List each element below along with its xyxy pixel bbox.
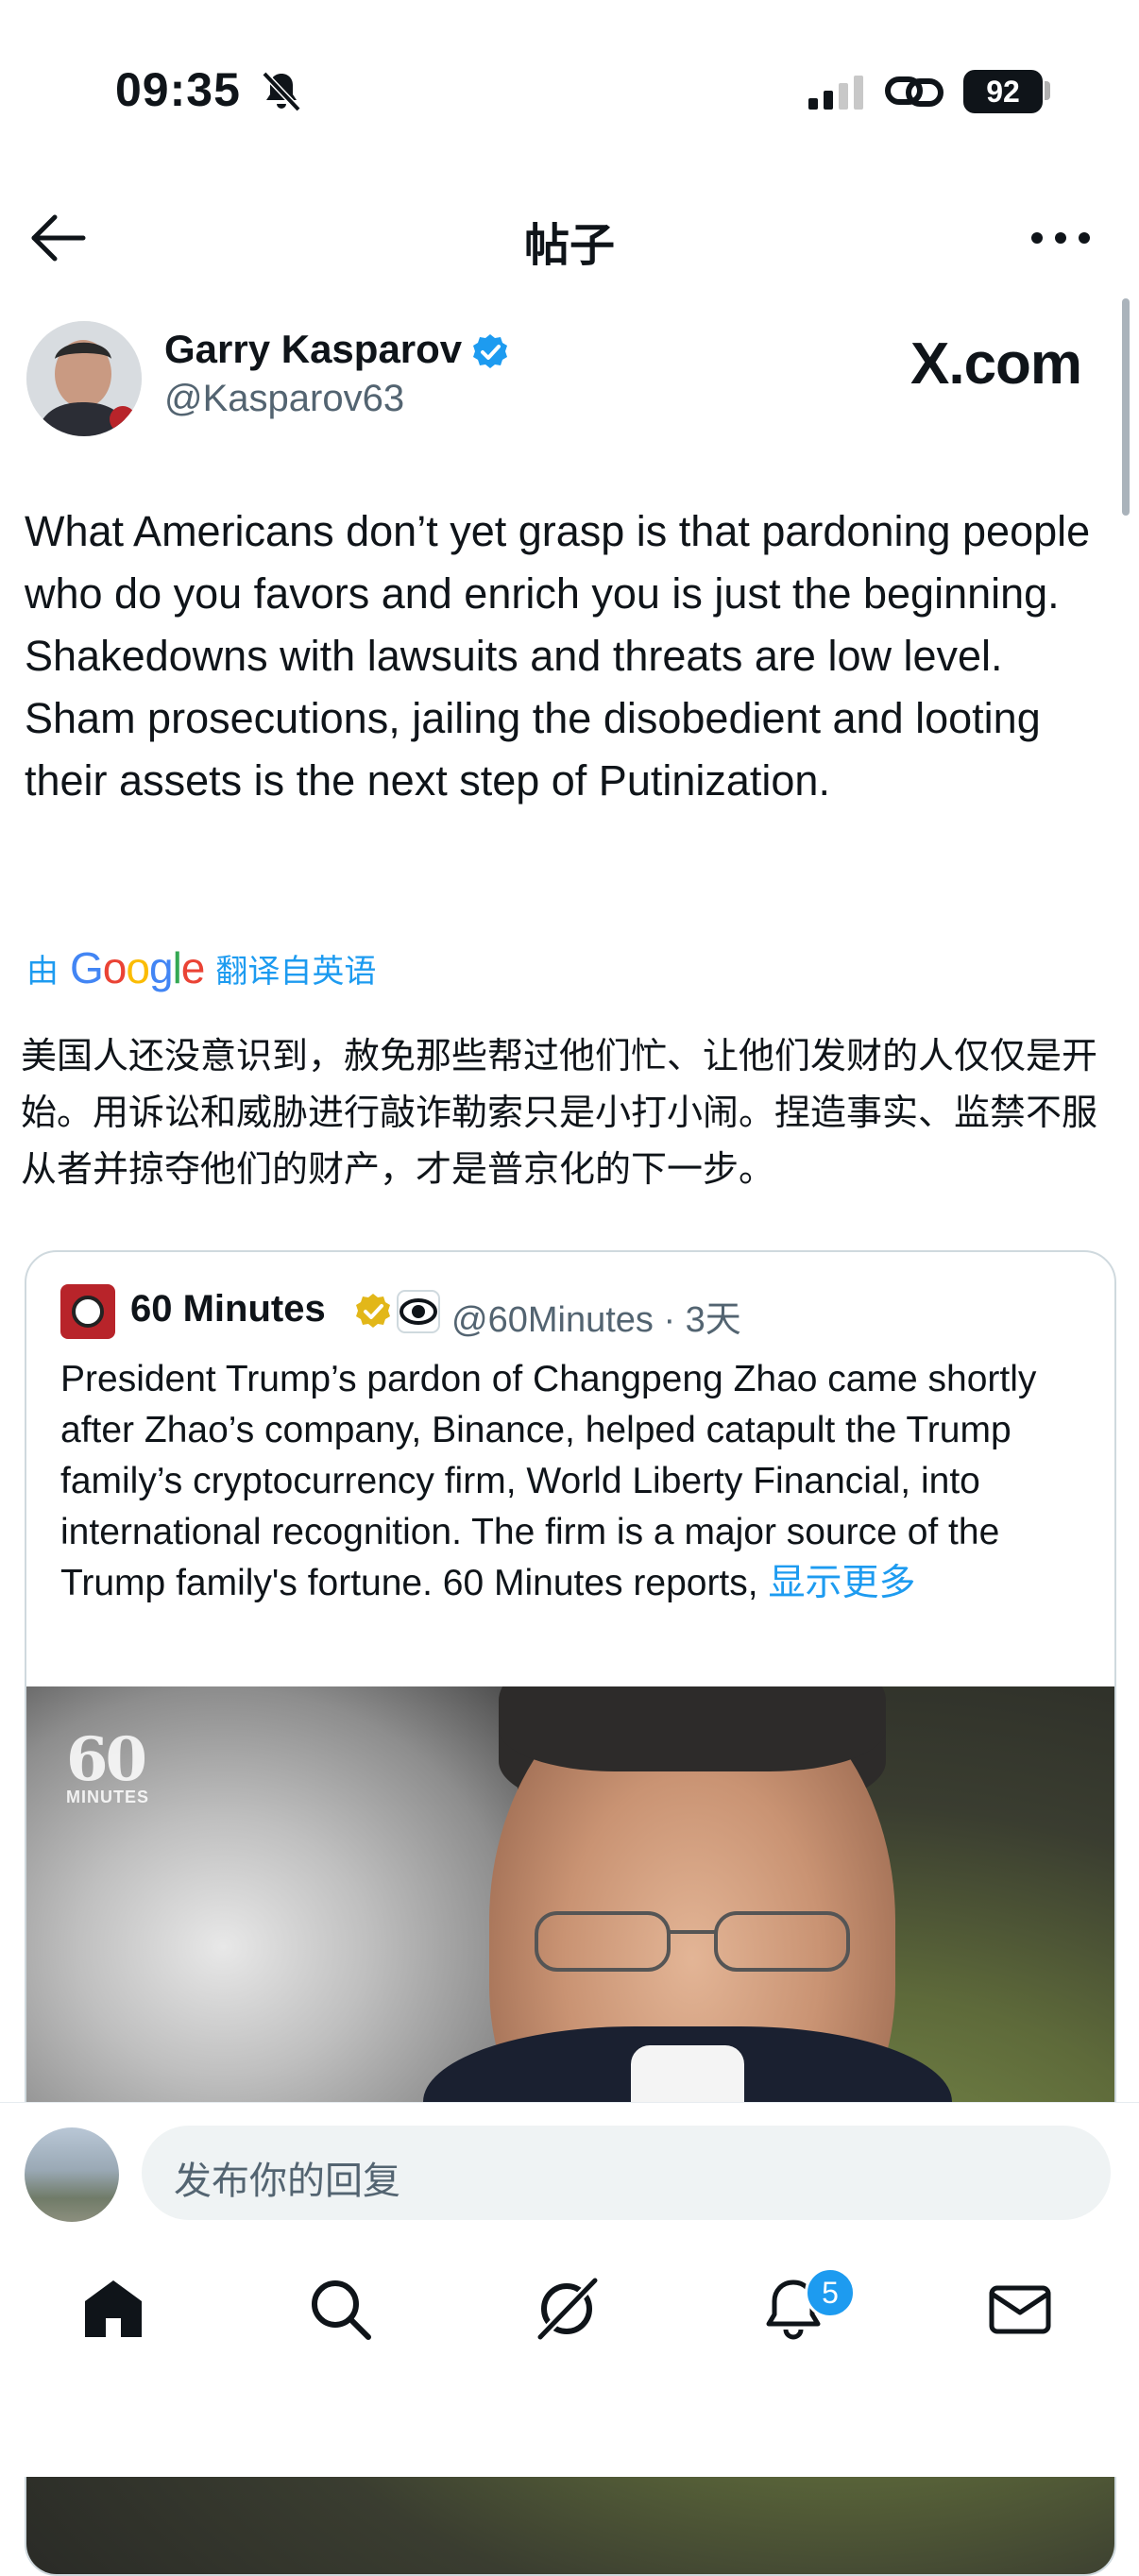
nav-grok[interactable]: [531, 2273, 603, 2345]
battery-tip: [1045, 81, 1050, 100]
verified-badge-icon: [473, 334, 507, 368]
search-icon: [312, 2280, 371, 2340]
status-time: 09:35: [115, 63, 241, 116]
reply-placeholder: 发布你的回复: [174, 2160, 400, 2203]
nav-messages[interactable]: [984, 2273, 1056, 2345]
author-name[interactable]: Garry Kasparov: [164, 327, 462, 372]
show-more-link[interactable]: 显示更多: [768, 1563, 915, 1603]
notification-badge: 5: [805, 2267, 856, 2318]
signal-icon: [808, 76, 863, 110]
cbs-eye-icon: [397, 1290, 440, 1333]
translate-suffix: 翻译自英语: [215, 952, 377, 991]
post-text: What Americans don’t yet grasp is that p…: [25, 507, 1091, 805]
link-icon: [885, 76, 944, 107]
page-title: 帖子: [523, 219, 615, 272]
60-minutes-logo: 60 MINUTES: [66, 1724, 149, 1806]
bell-off-icon: [262, 71, 301, 112]
translation-attribution[interactable]: 由 Google 翻译自英语: [26, 942, 376, 993]
author-avatar[interactable]: [26, 321, 142, 436]
quote-author-name[interactable]: 60 Minutes: [130, 1288, 326, 1330]
more-options-icon[interactable]: [1029, 217, 1092, 259]
mail-icon: [989, 2285, 1051, 2334]
grok-icon: [535, 2275, 601, 2343]
quote-text: President Trump’s pardon of Changpeng Zh…: [60, 1359, 1037, 1603]
translate-prefix: 由: [26, 952, 59, 991]
user-avatar[interactable]: [25, 2127, 119, 2222]
reply-input[interactable]: 发布你的回复: [142, 2126, 1111, 2220]
gold-verified-badge-icon: [356, 1294, 390, 1328]
nav-search[interactable]: [304, 2273, 376, 2345]
google-logo: Google: [70, 943, 205, 992]
quote-avatar[interactable]: [60, 1284, 115, 1339]
bottom-bar: 发布你的回复 5: [0, 2102, 1139, 2477]
nav-home[interactable]: [77, 2273, 149, 2345]
translated-text: 美国人还没意识到，赦免那些帮过他们忙、让他们发财的人仅仅是开始。用诉讼和威胁进行…: [21, 1035, 1098, 1190]
x-com-watermark: X.com: [910, 331, 1082, 397]
home-icon: [85, 2280, 142, 2337]
author-handle[interactable]: @Kasparov63: [164, 378, 404, 420]
quote-handle-time[interactable]: @60Minutes · 3天: [451, 1290, 741, 1342]
scrollbar[interactable]: [1122, 298, 1130, 516]
battery-indicator: 92: [963, 70, 1043, 113]
